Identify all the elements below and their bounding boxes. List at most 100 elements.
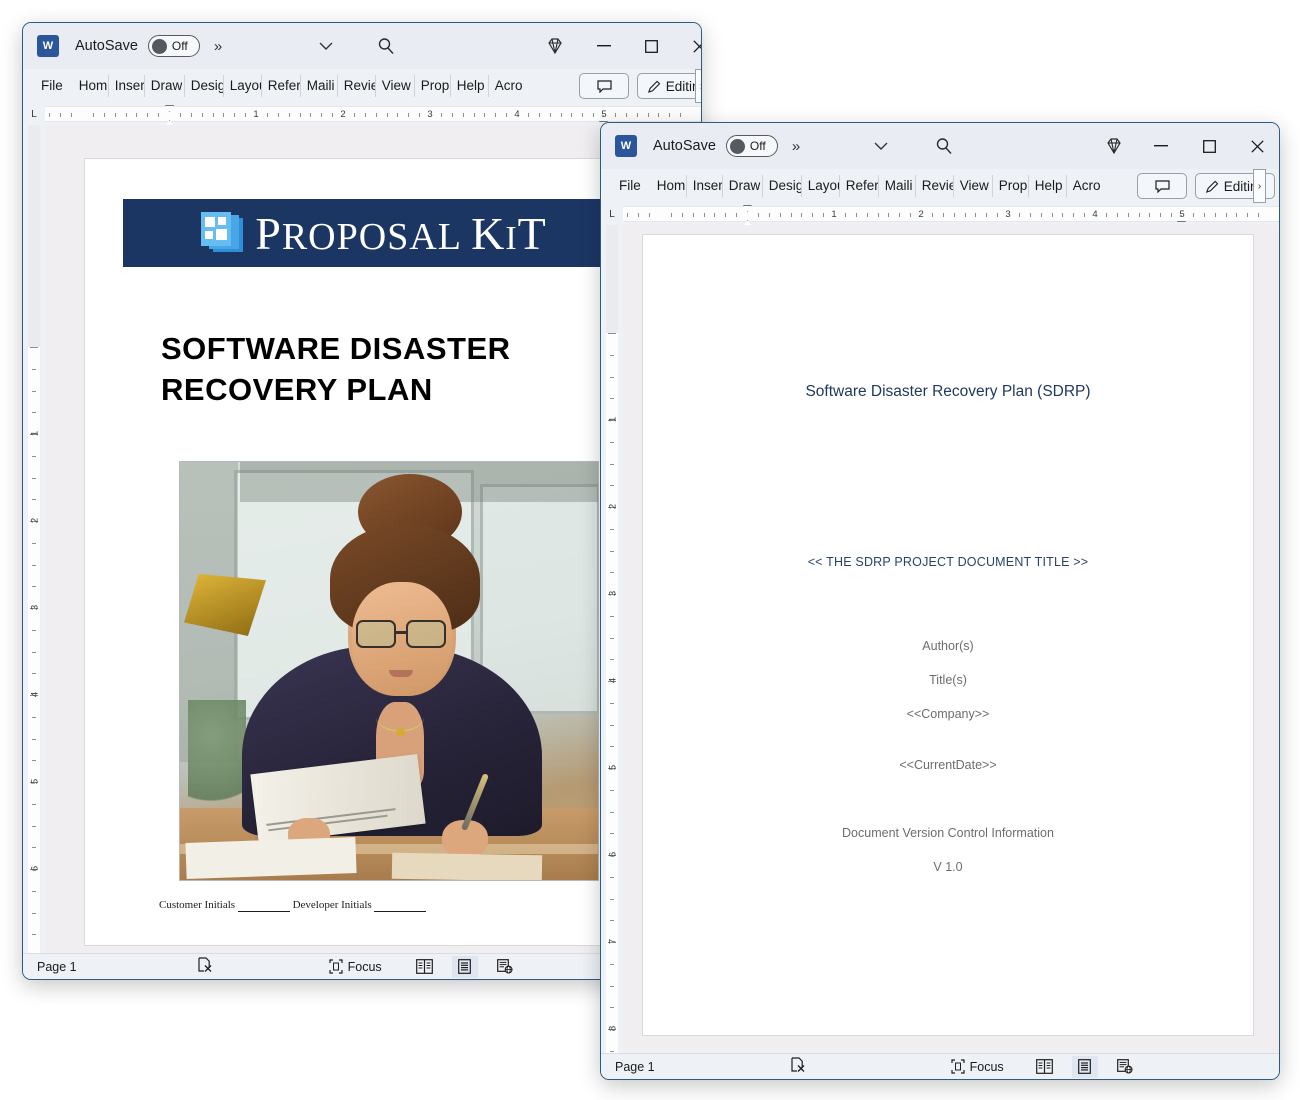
quick-access-more-icon[interactable]: » xyxy=(214,38,222,55)
ruler-tick xyxy=(610,572,614,574)
document-page-1[interactable]: Software Disaster Recovery Plan (SDRP) <… xyxy=(643,235,1253,1035)
ruler-number: 3 xyxy=(1005,209,1011,220)
vruler-track[interactable]: 1 2 3 4 5 6 xyxy=(28,347,41,953)
window2-titlebar[interactable]: W AutoSave Off » xyxy=(601,123,1279,169)
comments-button[interactable] xyxy=(1137,173,1187,199)
editing-mode-button[interactable]: Editing xyxy=(637,73,701,99)
comment-icon xyxy=(1154,179,1170,193)
ruler-tick xyxy=(768,213,770,217)
autosave-toggle[interactable]: Off xyxy=(725,135,778,157)
word-window-sdrp-document[interactable]: W AutoSave Off » File Hom Inser Draw Des… xyxy=(600,122,1280,1080)
page-indicator[interactable]: Page 1 xyxy=(615,1060,655,1074)
tab-help[interactable]: Help xyxy=(1029,175,1067,197)
close-button[interactable] xyxy=(1234,123,1279,169)
tab-references[interactable]: Refer xyxy=(262,75,301,97)
search-icon[interactable] xyxy=(377,37,395,60)
autosave-toggle[interactable]: Off xyxy=(147,35,200,57)
maximize-button[interactable] xyxy=(628,23,674,69)
tab-mailings[interactable]: Maili xyxy=(301,75,338,97)
minimize-button[interactable] xyxy=(1138,123,1184,169)
customize-quick-access-icon[interactable] xyxy=(873,139,889,154)
accessibility-status-icon[interactable] xyxy=(197,957,213,976)
read-mode-icon[interactable] xyxy=(412,956,438,978)
diamond-icon[interactable] xyxy=(545,36,565,61)
tab-review[interactable]: Revie xyxy=(338,75,376,97)
focus-mode-button[interactable]: Focus xyxy=(329,959,382,974)
first-line-indent-marker[interactable] xyxy=(743,205,752,212)
tab-review[interactable]: Revie xyxy=(916,175,954,197)
page-indicator[interactable]: Page 1 xyxy=(37,960,77,974)
web-layout-icon[interactable] xyxy=(1112,1056,1138,1078)
ruler-tick xyxy=(899,213,901,217)
ruler-tick xyxy=(49,113,51,117)
tab-design[interactable]: Desig xyxy=(763,175,802,197)
footer-customer-label: Customer Initials xyxy=(159,899,236,911)
tab-draw[interactable]: Draw xyxy=(145,75,185,97)
ruler-number: 5 xyxy=(601,109,607,120)
minimize-button[interactable] xyxy=(581,23,627,69)
tab-stop-selector[interactable]: L xyxy=(601,209,623,220)
customize-quick-access-icon[interactable] xyxy=(318,39,334,54)
window1-titlebar[interactable]: W AutoSave Off » xyxy=(23,23,701,69)
ruler-tick xyxy=(757,213,759,217)
print-layout-icon[interactable] xyxy=(451,955,478,978)
tab-draw[interactable]: Draw xyxy=(723,175,763,197)
maximize-button[interactable] xyxy=(1186,123,1232,169)
diamond-icon[interactable] xyxy=(1104,136,1124,161)
tab-stop-selector[interactable]: L xyxy=(23,109,45,120)
accessibility-status-icon[interactable] xyxy=(790,1057,806,1076)
ruler-tick xyxy=(614,113,616,117)
print-layout-icon[interactable] xyxy=(1071,1055,1098,1078)
tab-references[interactable]: Refer xyxy=(840,175,879,197)
vruler-track[interactable]: 1 2 3 4 5 6 7 8 xyxy=(606,333,619,1053)
autosave-label: AutoSave xyxy=(653,138,716,154)
ruler-tick xyxy=(1236,213,1238,217)
ruler-tick xyxy=(658,113,660,117)
tab-mailings[interactable]: Maili xyxy=(879,175,916,197)
ruler-tick xyxy=(32,542,36,544)
ruler-tick xyxy=(610,724,614,726)
tab-home[interactable]: Hom xyxy=(651,175,687,197)
tab-proposal-kit[interactable]: Prop xyxy=(993,175,1029,197)
tab-layout[interactable]: Layou xyxy=(802,175,840,197)
web-layout-icon[interactable] xyxy=(492,956,518,978)
focus-mode-button[interactable]: Focus xyxy=(951,1059,1004,1074)
tab-proposal-kit[interactable]: Prop xyxy=(415,75,451,97)
ruler-track[interactable]: 1 2 3 4 5 xyxy=(45,105,701,133)
comment-icon xyxy=(596,79,612,93)
window2-statusbar[interactable]: Page 1 Focus xyxy=(601,1053,1279,1079)
window2-vertical-ruler[interactable]: 1 2 3 4 5 6 7 8 xyxy=(601,225,623,1053)
first-line-indent-marker[interactable] xyxy=(165,105,174,112)
window2-horizontal-ruler[interactable]: L 1 2 3 4 5 xyxy=(601,203,1279,233)
ruler-track[interactable]: 1 2 3 4 5 xyxy=(623,205,1279,233)
window2-document-canvas[interactable]: Software Disaster Recovery Plan (SDRP) <… xyxy=(623,225,1279,1053)
document-illustration[interactable] xyxy=(179,461,599,881)
ruler-tick xyxy=(30,347,38,348)
tab-insert[interactable]: Inser xyxy=(109,75,145,97)
tab-file[interactable]: File xyxy=(29,75,73,97)
window1-vertical-ruler[interactable]: 1 2 3 4 5 6 xyxy=(23,125,45,953)
tab-view[interactable]: View xyxy=(954,175,993,197)
tab-help[interactable]: Help xyxy=(451,75,489,97)
tab-acrobat[interactable]: Acrob xyxy=(489,75,523,97)
ribbon-overflow-caret[interactable]: › xyxy=(1253,169,1266,203)
document-page-1[interactable]: PROPOSAL KIT SOFTWARE DISASTER RECOVERY … xyxy=(85,159,625,945)
ribbon-overflow-caret[interactable]: › xyxy=(695,69,701,103)
close-button[interactable] xyxy=(676,23,701,69)
read-mode-icon[interactable] xyxy=(1032,1056,1058,1078)
ruler-tick xyxy=(964,213,966,217)
tab-acrobat[interactable]: Acrob xyxy=(1067,175,1101,197)
tab-home[interactable]: Hom xyxy=(73,75,109,97)
comments-button[interactable] xyxy=(579,73,629,99)
tab-file[interactable]: File xyxy=(607,175,651,197)
quick-access-more-icon[interactable]: » xyxy=(792,138,800,155)
tab-layout[interactable]: Layou xyxy=(224,75,262,97)
tab-view[interactable]: View xyxy=(376,75,415,97)
search-icon[interactable] xyxy=(935,137,953,160)
ruler-tick xyxy=(627,213,629,217)
window1-ribbon-tabs[interactable]: File Hom Inser Draw Desig Layou Refer Ma… xyxy=(23,69,701,103)
tab-insert[interactable]: Inser xyxy=(687,175,723,197)
window1-horizontal-ruler[interactable]: L 1 2 3 4 5 xyxy=(23,103,701,133)
tab-design[interactable]: Desig xyxy=(185,75,224,97)
window2-ribbon-tabs[interactable]: File Hom Inser Draw Desig Layou Refer Ma… xyxy=(601,169,1279,203)
